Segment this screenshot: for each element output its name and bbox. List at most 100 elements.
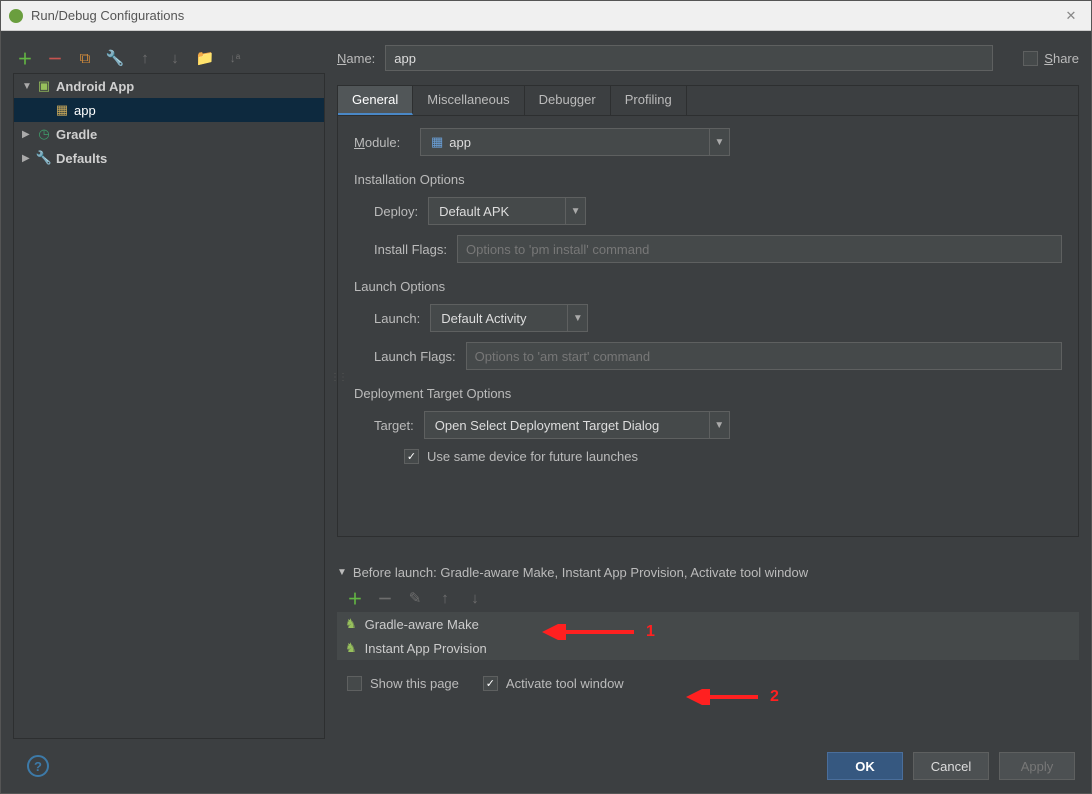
- name-input[interactable]: [385, 45, 993, 71]
- tree-label: Android App: [56, 79, 134, 94]
- run-debug-configurations-window: Run/Debug Configurations ✕ ＋ － ⧉ 🔧 ↑ ↓ 📁…: [0, 0, 1092, 794]
- cancel-button[interactable]: Cancel: [913, 752, 989, 780]
- tree-node-android-app[interactable]: ▼ ▣ Android App: [14, 74, 324, 98]
- android-icon: ♞: [345, 640, 357, 656]
- tree-label: Gradle: [56, 127, 97, 142]
- launch-flags-input[interactable]: [466, 342, 1062, 370]
- chevron-right-icon[interactable]: ▶: [22, 153, 32, 164]
- remove-icon[interactable]: －: [377, 590, 393, 606]
- chevron-right-icon[interactable]: ▶: [22, 129, 32, 140]
- before-launch-toolbar: ＋ － ✎ ↑ ↓: [337, 580, 1079, 612]
- settings-icon[interactable]: 🔧: [107, 50, 123, 66]
- tree-node-app[interactable]: ▦ app: [14, 98, 324, 122]
- sidebar: ＋ － ⧉ 🔧 ↑ ↓ 📁 ↓ᵃ ▼ ▣ Android App: [13, 43, 325, 739]
- module-icon: ▦: [54, 102, 70, 118]
- install-flags-input[interactable]: [457, 235, 1062, 263]
- chevron-down-icon[interactable]: ▼: [565, 198, 585, 224]
- target-value: Open Select Deployment Target Dialog: [425, 418, 670, 433]
- target-row: Target: Open Select Deployment Target Di…: [354, 411, 1062, 439]
- name-label: Name:: [337, 51, 375, 66]
- show-page-checkbox[interactable]: [347, 676, 362, 691]
- launch-flags-label: Launch Flags:: [354, 349, 456, 364]
- tabs-container: General Miscellaneous Debugger Profiling…: [337, 85, 1079, 537]
- list-item[interactable]: ♞ Gradle-aware Make: [337, 612, 1079, 636]
- chevron-down-icon[interactable]: ▼: [709, 129, 729, 155]
- edit-icon[interactable]: ✎: [407, 590, 423, 606]
- tab-miscellaneous[interactable]: Miscellaneous: [413, 86, 524, 115]
- tree-node-defaults[interactable]: ▶ 🔧 Defaults: [14, 146, 324, 170]
- main-area: ＋ － ⧉ 🔧 ↑ ↓ 📁 ↓ᵃ ▼ ▣ Android App: [1, 31, 1091, 739]
- deployment-target-header: Deployment Target Options: [354, 386, 1062, 401]
- share-checkbox[interactable]: [1023, 51, 1038, 66]
- dialog-body: ＋ － ⧉ 🔧 ↑ ↓ 📁 ↓ᵃ ▼ ▣ Android App: [1, 31, 1091, 793]
- tree-node-gradle[interactable]: ▶ ◷ Gradle: [14, 122, 324, 146]
- down-icon[interactable]: ↓: [467, 590, 483, 606]
- install-flags-label: Install Flags:: [354, 242, 447, 257]
- down-icon[interactable]: ↓: [167, 50, 183, 66]
- android-icon: ▣: [36, 78, 52, 94]
- resize-handle[interactable]: ⋮⋮: [330, 372, 346, 383]
- tabs: General Miscellaneous Debugger Profiling: [338, 86, 1078, 116]
- launch-label: Launch:: [354, 311, 420, 326]
- remove-icon[interactable]: －: [47, 50, 63, 66]
- share-label: Share: [1044, 51, 1079, 66]
- app-icon: [9, 9, 23, 23]
- sidebar-toolbar: ＋ － ⧉ 🔧 ↑ ↓ 📁 ↓ᵃ: [13, 43, 325, 73]
- name-row: Name: Share: [337, 43, 1079, 73]
- share-box: Share: [1023, 51, 1079, 66]
- before-launch-header[interactable]: ▼ Before launch: Gradle-aware Make, Inst…: [337, 565, 1079, 580]
- same-device-row: Use same device for future launches: [354, 449, 1062, 464]
- list-item[interactable]: ♞ Instant App Provision: [337, 636, 1079, 660]
- before-launch-section: ▼ Before launch: Gradle-aware Make, Inst…: [337, 565, 1079, 691]
- ok-button[interactable]: OK: [827, 752, 903, 780]
- before-launch-title: Before launch: Gradle-aware Make, Instan…: [353, 565, 808, 580]
- tab-debugger[interactable]: Debugger: [525, 86, 611, 115]
- launch-flags-row: Launch Flags:: [354, 342, 1062, 370]
- right-panel: Name: Share General Miscellaneous Debugg…: [337, 43, 1079, 739]
- before-launch-list[interactable]: ♞ Gradle-aware Make ♞ Instant App Provis…: [337, 612, 1079, 660]
- copy-icon[interactable]: ⧉: [77, 50, 93, 66]
- install-flags-row: Install Flags:: [354, 235, 1062, 263]
- target-label: Target:: [354, 418, 414, 433]
- launch-row: Launch: Default Activity ▼: [354, 304, 1062, 332]
- show-page-label: Show this page: [370, 676, 459, 691]
- chevron-down-icon[interactable]: ▼: [567, 305, 587, 331]
- add-icon[interactable]: ＋: [17, 50, 33, 66]
- module-label: Module:: [354, 135, 410, 150]
- same-device-checkbox[interactable]: [404, 449, 419, 464]
- bottom-checks: Show this page Activate tool window: [337, 660, 1079, 691]
- help-button[interactable]: ?: [27, 755, 49, 777]
- list-item-label: Instant App Provision: [365, 641, 487, 656]
- module-select[interactable]: ▦ app ▼: [420, 128, 730, 156]
- folder-icon[interactable]: 📁: [197, 50, 213, 66]
- activate-tool-window-checkbox[interactable]: [483, 676, 498, 691]
- add-icon[interactable]: ＋: [347, 590, 363, 606]
- tab-profiling[interactable]: Profiling: [611, 86, 687, 115]
- up-icon[interactable]: ↑: [437, 590, 453, 606]
- activate-tool-window-label: Activate tool window: [506, 676, 624, 691]
- apply-button[interactable]: Apply: [999, 752, 1075, 780]
- launch-select[interactable]: Default Activity ▼: [430, 304, 588, 332]
- deploy-label: Deploy:: [354, 204, 418, 219]
- configurations-tree[interactable]: ▼ ▣ Android App ▦ app ▶ ◷ Gradle ▶: [13, 73, 325, 739]
- chevron-down-icon[interactable]: ▼: [337, 567, 347, 578]
- target-select[interactable]: Open Select Deployment Target Dialog ▼: [424, 411, 730, 439]
- chevron-down-icon[interactable]: ▼: [22, 81, 32, 92]
- module-row: Module: ▦ app ▼: [354, 128, 1062, 156]
- sort-icon[interactable]: ↓ᵃ: [227, 50, 243, 66]
- up-icon[interactable]: ↑: [137, 50, 153, 66]
- general-tab-body: Module: ▦ app ▼ Installation Options: [338, 116, 1078, 536]
- wrench-icon: 🔧: [36, 150, 52, 166]
- deploy-row: Deploy: Default APK ▼: [354, 197, 1062, 225]
- launch-value: Default Activity: [431, 311, 536, 326]
- deploy-select[interactable]: Default APK ▼: [428, 197, 586, 225]
- titlebar[interactable]: Run/Debug Configurations ✕: [1, 1, 1091, 31]
- window-close-button[interactable]: ✕: [1059, 8, 1083, 24]
- module-value: ▦ app: [421, 134, 481, 150]
- tab-general[interactable]: General: [338, 86, 413, 115]
- installation-options-header: Installation Options: [354, 172, 1062, 187]
- chevron-down-icon[interactable]: ▼: [709, 412, 729, 438]
- gradle-icon: ◷: [36, 126, 52, 142]
- deploy-value: Default APK: [429, 204, 519, 219]
- module-app-icon: ▦: [431, 134, 443, 150]
